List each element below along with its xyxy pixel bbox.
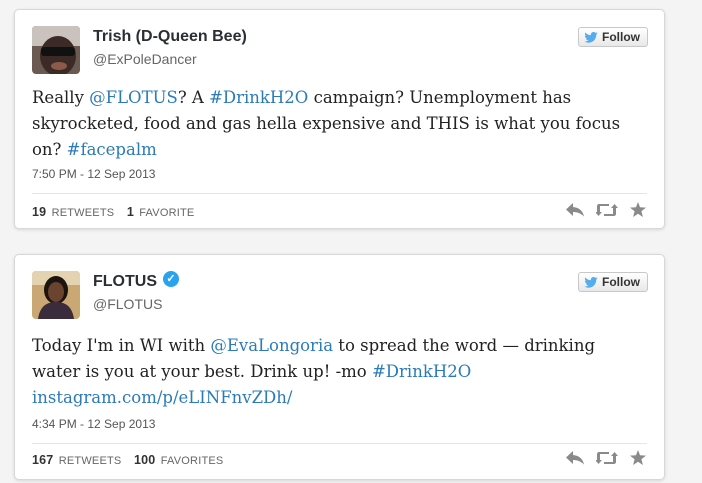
follow-label: Follow (602, 30, 640, 44)
tweet-card-2: FLOTUS ✓ @FLOTUS Follow Today I'm in WI … (14, 254, 665, 480)
hashtag-link[interactable]: #DrinkH2O (372, 362, 471, 381)
tweet-text: Really @FLOTUS? A #DrinkH2O campaign? Un… (32, 88, 621, 159)
follow-button[interactable]: Follow (578, 272, 648, 292)
avatar[interactable] (32, 271, 80, 319)
star-icon[interactable] (630, 450, 646, 465)
user-handle[interactable]: @ExPoleDancer (93, 51, 197, 67)
star-icon[interactable] (630, 202, 646, 217)
tweet-text: Today I'm in WI with @EvaLongoria to spr… (32, 336, 596, 407)
hashtag-link[interactable]: #DrinkH2O (209, 88, 308, 107)
follow-button[interactable]: Follow (578, 27, 648, 47)
display-name[interactable]: FLOTUS (93, 273, 157, 291)
retweet-count[interactable]: 167 (32, 453, 53, 467)
tweet-stats: 19 RETWEETS 1 FAVORITE (32, 205, 194, 219)
retweet-icon[interactable] (596, 203, 618, 217)
display-name[interactable]: Trish (D-Queen Bee) (93, 28, 247, 46)
favorite-label[interactable]: FAVORITES (161, 455, 224, 467)
timestamp[interactable]: 7:50 PM - 12 Sep 2013 (32, 167, 155, 181)
favorite-label[interactable]: FAVORITE (139, 207, 194, 219)
retweet-label[interactable]: RETWEETS (52, 207, 115, 219)
reply-icon[interactable] (566, 450, 584, 465)
avatar[interactable] (32, 26, 80, 74)
retweet-icon[interactable] (596, 451, 618, 465)
retweet-label[interactable]: RETWEETS (59, 455, 122, 467)
verified-badge-icon: ✓ (163, 271, 179, 287)
twitter-bird-icon (584, 276, 598, 288)
timestamp[interactable]: 4:34 PM - 12 Sep 2013 (32, 417, 155, 431)
tweet-card-1: Trish (D-Queen Bee) @ExPoleDancer Follow… (14, 9, 665, 229)
mention-link[interactable]: @EvaLongoria (210, 336, 333, 355)
instagram-link[interactable]: instagram.com/p/eLINFnvZDh/ (32, 388, 292, 407)
favorite-count[interactable]: 1 (127, 205, 134, 219)
mention-link[interactable]: @FLOTUS (89, 88, 178, 107)
favorite-count[interactable]: 100 (134, 453, 155, 467)
tweet-actions (566, 450, 646, 465)
retweet-count[interactable]: 19 (32, 205, 46, 219)
divider (32, 193, 647, 194)
tweet-stats: 167 RETWEETS 100 FAVORITES (32, 453, 223, 467)
hashtag-link[interactable]: #facepalm (67, 140, 157, 159)
reply-icon[interactable] (566, 202, 584, 217)
follow-label: Follow (602, 275, 640, 289)
twitter-bird-icon (584, 31, 598, 43)
user-handle[interactable]: @FLOTUS (93, 296, 162, 312)
tweet-actions (566, 202, 646, 217)
divider (32, 443, 647, 444)
